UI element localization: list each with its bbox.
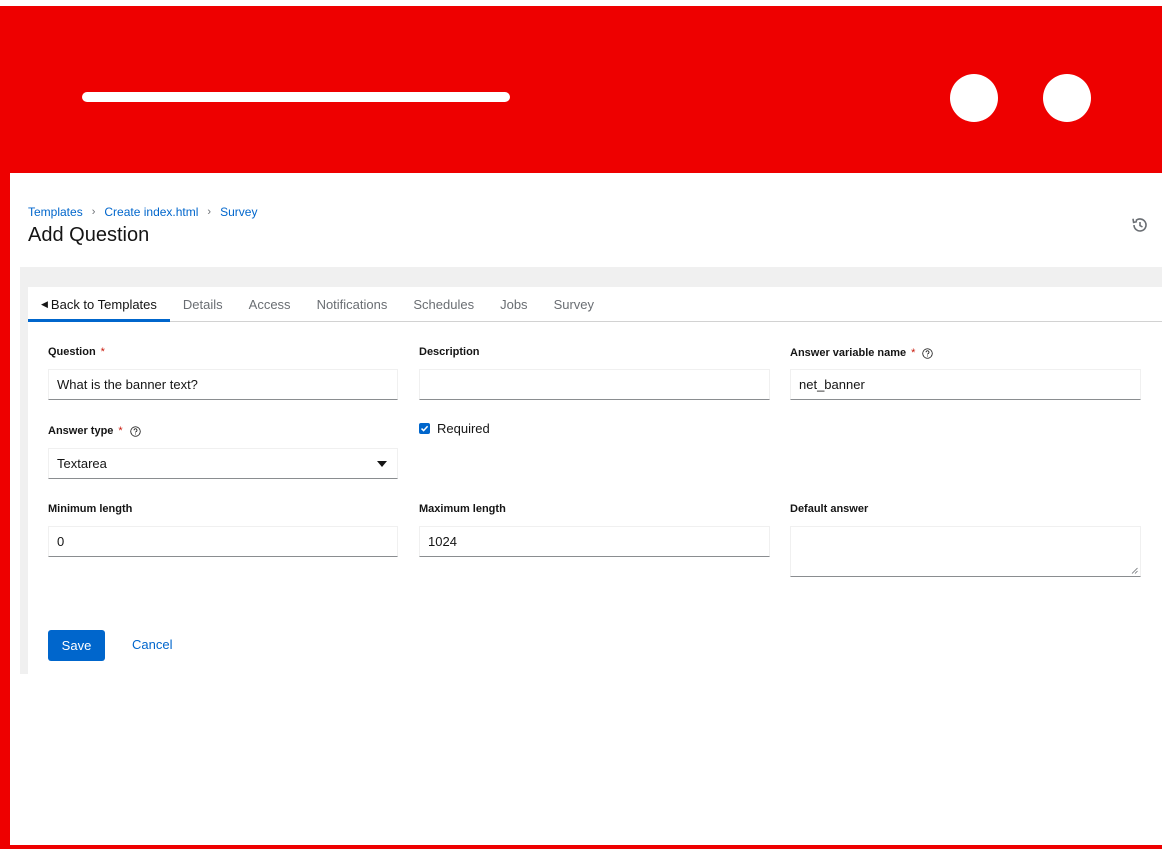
caret-left-icon: ◀ — [41, 298, 48, 309]
tab-label: Back to Templates — [50, 296, 157, 312]
breadcrumb-templates[interactable]: Templates — [28, 205, 83, 219]
max-length-input[interactable]: 1024 — [419, 526, 770, 557]
required-checkbox[interactable] — [419, 423, 430, 434]
max-length-label-text: Maximum length — [419, 503, 506, 515]
question-label: Question * — [48, 346, 105, 358]
tab-back-to-templates[interactable]: ◀ Back to Templates — [28, 287, 170, 322]
save-button[interactable]: Save — [48, 630, 105, 661]
breadcrumb-template[interactable]: Create index.html — [104, 205, 198, 219]
tab-notifications[interactable]: Notifications — [304, 287, 401, 321]
min-length-input[interactable]: 0 — [48, 526, 398, 557]
default-answer-label-text: Default answer — [790, 503, 869, 515]
required-checkbox-row[interactable]: Required — [419, 421, 490, 436]
required-indicator: * — [118, 425, 123, 437]
resize-grip-icon[interactable] — [1131, 567, 1138, 574]
max-length-input-value: 1024 — [428, 534, 457, 549]
answer-type-label-text: Answer type — [48, 425, 114, 437]
description-label: Description — [419, 346, 480, 358]
required-checkbox-label: Required — [437, 421, 490, 436]
header-placeholder-circle-2 — [1043, 74, 1091, 122]
help-circle-icon[interactable] — [922, 347, 934, 359]
question-label-text: Question — [48, 346, 96, 358]
answer-type-label: Answer type * — [48, 425, 141, 437]
variable-name-input[interactable]: net_banner — [790, 369, 1141, 400]
history-icon[interactable] — [1130, 216, 1148, 234]
required-indicator: * — [911, 347, 916, 359]
tab-bar: ◀ Back to Templates Details Access Notif… — [28, 287, 1162, 322]
chevron-right-icon: › — [207, 206, 212, 218]
cancel-button[interactable]: Cancel — [132, 637, 172, 652]
tab-survey[interactable]: Survey — [541, 287, 607, 321]
tab-details[interactable]: Details — [170, 287, 236, 321]
breadcrumb: Templates › Create index.html › Survey — [28, 205, 257, 219]
question-input-value: What is the banner text? — [57, 377, 198, 392]
form-card — [28, 287, 1162, 674]
default-answer-label: Default answer — [790, 503, 868, 515]
tab-jobs[interactable]: Jobs — [487, 287, 540, 321]
help-circle-icon[interactable] — [130, 425, 141, 437]
check-icon — [420, 425, 429, 432]
default-answer-textarea[interactable] — [790, 526, 1141, 577]
tab-access[interactable]: Access — [236, 287, 304, 321]
page-title: Add Question — [28, 224, 150, 246]
question-input[interactable]: What is the banner text? — [48, 369, 398, 400]
header-placeholder-circle-1 — [950, 74, 998, 122]
description-label-text: Description — [419, 346, 480, 358]
chevron-right-icon: › — [91, 206, 96, 218]
variable-name-label: Answer variable name * — [790, 347, 934, 359]
breadcrumb-survey[interactable]: Survey — [220, 205, 257, 219]
header-placeholder-bar — [82, 92, 510, 102]
caret-down-icon — [377, 461, 387, 467]
required-indicator: * — [100, 346, 105, 358]
tab-schedules[interactable]: Schedules — [400, 287, 487, 321]
variable-name-input-value: net_banner — [799, 377, 865, 392]
answer-type-selected-value: Textarea — [57, 456, 107, 471]
answer-type-select[interactable]: Textarea — [48, 448, 398, 479]
max-length-label: Maximum length — [419, 503, 506, 515]
variable-name-label-text: Answer variable name — [790, 347, 907, 359]
min-length-label-text: Minimum length — [48, 503, 133, 515]
description-input[interactable] — [419, 369, 770, 400]
min-length-input-value: 0 — [57, 534, 65, 549]
min-length-label: Minimum length — [48, 503, 132, 515]
